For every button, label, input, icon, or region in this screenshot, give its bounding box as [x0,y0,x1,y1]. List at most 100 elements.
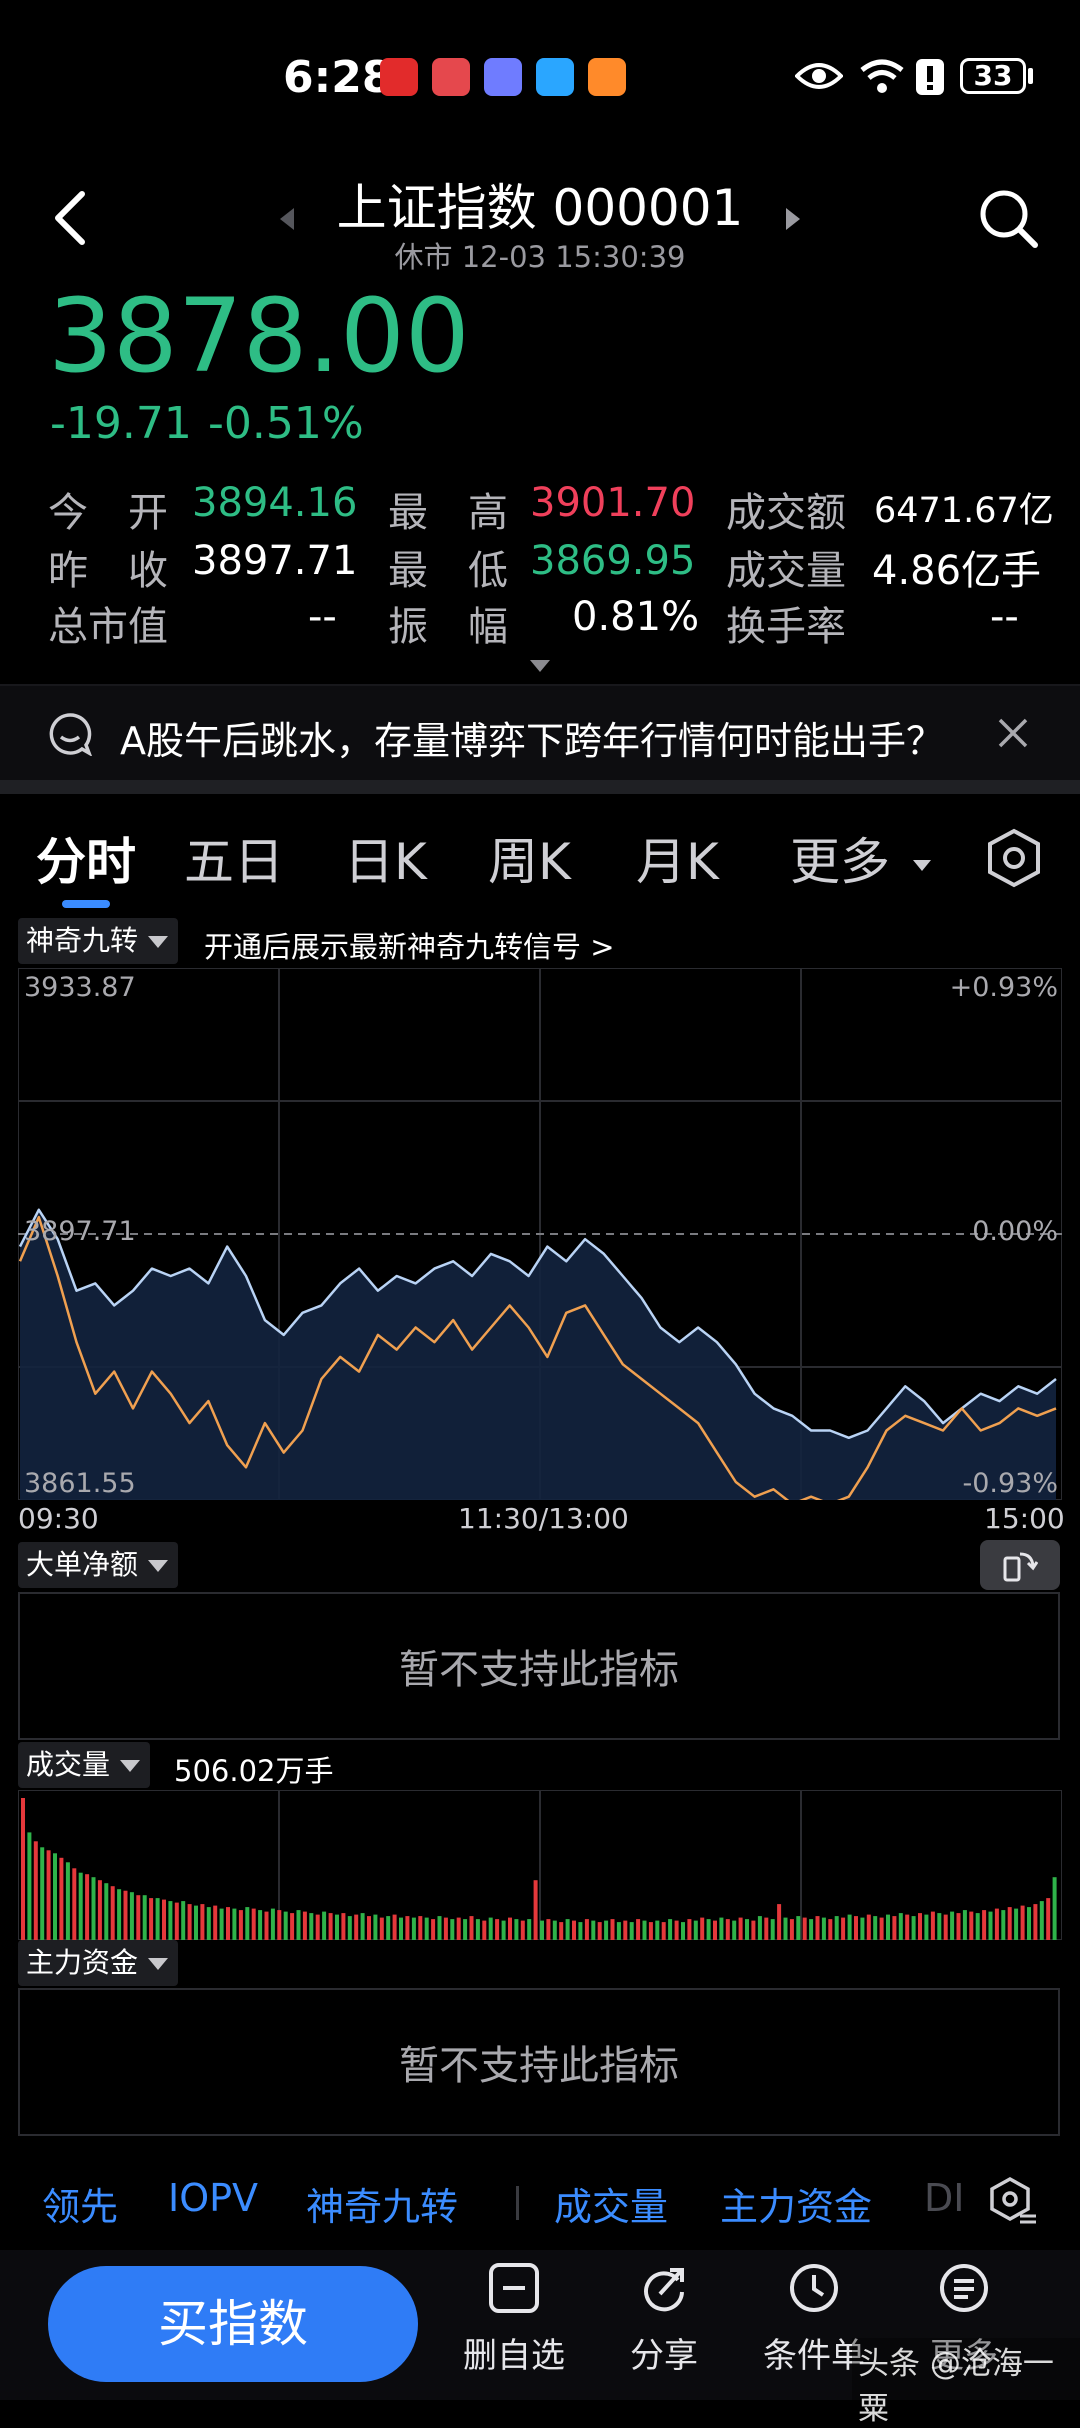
volume-chart [18,1790,1062,1940]
volume-bar [181,1901,186,1940]
volume-bar [514,1919,519,1940]
tab-monthly-k[interactable]: 月K [636,822,719,894]
volume-bar [1007,1907,1012,1940]
volume-bar [72,1868,77,1940]
big-order-select[interactable]: 大单净额 [18,1542,179,1588]
volume-bar [924,1914,929,1940]
tab-separator [516,2186,519,2220]
volume-bar [821,1917,826,1940]
expand-stats-icon[interactable] [528,658,552,674]
bottom-tab-iopv[interactable]: IOPV [168,2176,258,2220]
volume-bar [238,1910,243,1940]
battery-icon: 33 [960,58,1026,94]
stat-turnover-rate: -- [990,594,1019,640]
volume-bar [373,1914,378,1940]
volume-bar [879,1917,884,1940]
bottom-tab-main-fund[interactable]: 主力资金 [720,2176,872,2231]
volume-select[interactable]: 成交量 [18,1742,151,1788]
volume-bar [302,1911,307,1940]
volume-bar [866,1914,871,1940]
tab-more-label: 更多 [790,833,890,891]
share-icon [644,2268,684,2312]
bottom-tab-magic-nine[interactable]: 神奇九转 [306,2176,458,2231]
news-bar[interactable]: A股午后跳水，存量博弈下跨年行情何时能出手？ [0,684,1080,782]
volume-bar [129,1892,134,1940]
volume-select-label: 成交量 [26,1748,111,1781]
volume-bar [347,1916,352,1940]
menu-icon [940,2264,988,2312]
remove-watchlist-button[interactable]: 删自选 [454,2262,574,2377]
volume-bar [700,1917,705,1940]
stat-high: 3901.70 [530,480,696,526]
volume-bar [206,1907,211,1940]
volume-bar [104,1883,109,1940]
stats-grid: 今 开 3894.16 最 高 3901.70 成交额 6471.67亿 昨 收… [0,480,1080,650]
volume-bar [674,1920,679,1940]
volume-bar [725,1919,730,1940]
news-headline[interactable]: A股午后跳水，存量博弈下跨年行情何时能出手？ [120,710,944,765]
stock-title: 上证指数 000001 [336,179,744,237]
volume-bar [565,1919,570,1940]
volume-bar [309,1913,314,1940]
eye-icon [795,63,843,89]
volume-bar [898,1913,903,1940]
tab-intraday[interactable]: 分时 [36,822,136,894]
indicator-settings-icon[interactable] [986,2176,1038,2228]
wifi-icon [860,59,904,93]
stat-volume: 4.86亿手 [872,548,1042,594]
stat-low: 3869.95 [530,538,696,584]
volume-bar [546,1919,551,1940]
intraday-chart[interactable]: 3933.87 3897.71 3861.55 +0.93% 0.00% -0.… [18,968,1062,1500]
volume-bar [860,1917,865,1940]
indicator-select[interactable]: 神奇九转 [18,918,179,964]
battery-level: 33 [973,59,1013,92]
main-fund-select[interactable]: 主力资金 [18,1940,179,1986]
tab-five-day[interactable]: 五日 [184,822,284,894]
volume-bar [738,1917,743,1940]
volume-bar [661,1922,666,1940]
volume-bar [194,1905,198,1940]
next-stock-icon[interactable] [784,206,802,232]
volume-bar [802,1917,807,1940]
tab-more[interactable]: 更多 [790,822,932,894]
bottom-tab-more-faded: DI [924,2176,965,2220]
stat-open: 3894.16 [192,480,358,526]
tab-daily-k[interactable]: 日K [344,822,427,894]
share-button[interactable]: 分享 [604,2262,724,2377]
status-bar: 6:28 33 [0,0,1080,160]
search-icon[interactable] [978,188,1040,250]
close-icon[interactable] [996,716,1030,750]
big-order-label: 大单净额 [26,1548,139,1581]
volume-bar [443,1917,448,1940]
volume-bar [572,1920,576,1940]
volume-bar [982,1910,987,1940]
rotate-icon[interactable] [980,1540,1060,1590]
volume-bar [552,1920,557,1940]
stat-mcap: -- [308,594,337,640]
volume-bar [315,1914,320,1940]
stat-high-label: 最 高 [388,490,508,536]
bottom-tab-lead[interactable]: 领先 [42,2176,118,2231]
volume-bar [886,1914,890,1940]
buy-index-button[interactable]: 买指数 [48,2266,418,2382]
status-time: 6:28 [283,52,393,103]
volume-bar [950,1911,955,1940]
bottom-tab-volume[interactable]: 成交量 [554,2176,668,2231]
volume-bar [789,1919,794,1940]
volume-bar [411,1917,416,1940]
indicator-hint[interactable]: 开通后展示最新神奇九转信号 > [204,924,615,966]
volume-bar [847,1914,852,1940]
chart-settings-icon[interactable] [986,828,1042,888]
volume-bar [757,1916,762,1940]
volume-bar [264,1911,269,1940]
stat-turnover-rate-label: 换手率 [726,604,846,650]
caret-down-icon [148,936,169,948]
volume-bar [681,1922,685,1940]
stat-mcap-label: 总市值 [48,604,168,650]
volume-bar [1027,1907,1031,1940]
volume-bar [687,1919,692,1940]
volume-bar [59,1857,64,1940]
tab-weekly-k[interactable]: 周K [488,822,571,894]
volume-bar [713,1920,717,1940]
alert-icon [916,59,944,95]
